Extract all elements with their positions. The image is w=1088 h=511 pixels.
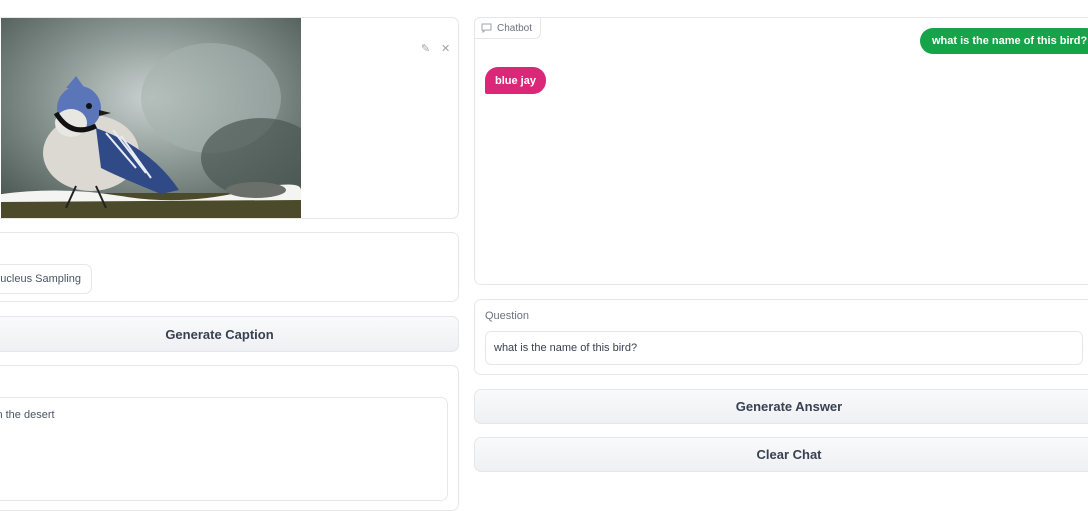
nucleus-sampling-option[interactable]: Nucleus Sampling (0, 264, 92, 294)
bird-image (1, 18, 301, 218)
chatbot-label-text: Chatbot (497, 22, 533, 34)
generate-answer-button[interactable]: Generate Answer (474, 389, 1088, 424)
chat-icon (481, 23, 492, 33)
pencil-icon[interactable]: ✎ (421, 42, 430, 55)
user-message: what is the name of this bird? (920, 28, 1088, 54)
bot-message: blue jay (485, 67, 546, 94)
nucleus-sampling-label: Nucleus Sampling (0, 273, 81, 285)
question-label: Question (485, 310, 530, 322)
question-input[interactable] (485, 331, 1083, 365)
close-icon[interactable]: ✕ (441, 42, 450, 55)
caption-output-box[interactable] (0, 397, 448, 501)
caption-output-text: in the desert (0, 409, 55, 421)
clear-chat-button[interactable]: Clear Chat (474, 437, 1088, 472)
generate-caption-button[interactable]: Generate Caption (0, 316, 459, 352)
image-upload-panel: ✎ ✕ (0, 17, 459, 219)
chatbot-panel (474, 17, 1088, 285)
chatbot-label: Chatbot (474, 17, 542, 39)
